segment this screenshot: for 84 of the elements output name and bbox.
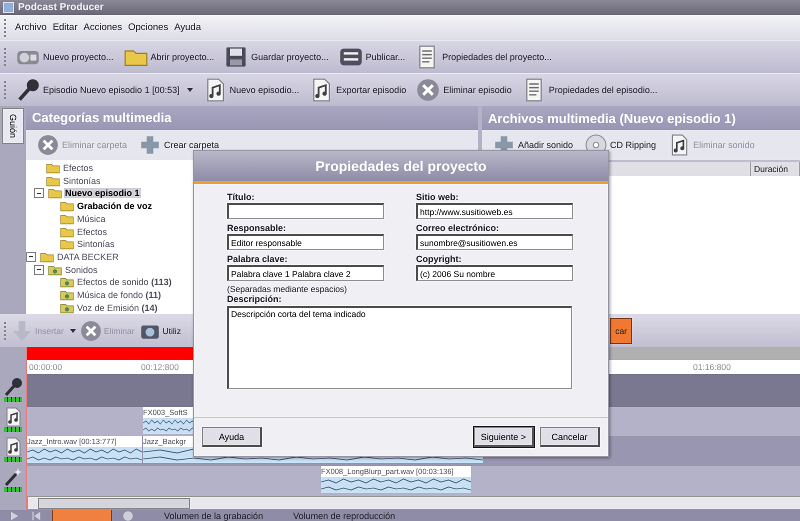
collapse-icon[interactable] xyxy=(34,264,44,275)
menu-item[interactable]: Acciones xyxy=(84,22,122,33)
tree-item[interactable]: Grabación de voz xyxy=(76,201,154,212)
collapse-icon[interactable] xyxy=(34,188,44,198)
level-meter-icon xyxy=(4,396,22,402)
caret-icon xyxy=(70,328,76,332)
toolbar-button[interactable]: Exportar episodio xyxy=(306,76,410,104)
field-label: Sitio web: xyxy=(416,192,460,202)
collapse-icon[interactable] xyxy=(26,252,36,262)
volume-label: Volumen de la grabación xyxy=(164,510,264,520)
panel-header: Categorías multimedia xyxy=(26,106,478,130)
tree-item[interactable]: DATA BECKER xyxy=(56,252,120,262)
toolbar-button[interactable]: Eliminar episodio xyxy=(413,76,515,104)
record-icon xyxy=(122,510,134,521)
toolbar-button[interactable]: Utiliz xyxy=(136,316,183,344)
menu-item[interactable]: Editar xyxy=(52,22,78,33)
tree-item[interactable]: Voz de Emisión (14) xyxy=(76,302,159,313)
tree-item[interactable]: Música de fondo (11) xyxy=(76,290,162,300)
input-field[interactable]: Editor responsable xyxy=(227,234,384,250)
close-icon xyxy=(416,78,440,102)
episode-selector[interactable]: Episodio Nuevo episodio 1 [00:53] xyxy=(13,76,196,104)
tree-item[interactable]: Efectos xyxy=(62,163,94,174)
toolbar-button[interactable]: Propiedades del proyecto... xyxy=(412,43,555,71)
input-field[interactable]: Palabra clave 1 Palabra clave 2 xyxy=(227,265,384,281)
microphone-icon xyxy=(16,78,40,102)
field-label: Descripción: xyxy=(227,294,283,304)
toolbar-button[interactable]: Publicar... xyxy=(336,43,408,71)
tree-item[interactable]: Sintonías xyxy=(76,239,116,250)
plus-icon xyxy=(139,134,162,156)
time-label: 01:16:800 xyxy=(692,362,732,372)
side-tab[interactable]: Guión xyxy=(2,108,24,144)
menu-item[interactable]: Archivo xyxy=(15,22,47,33)
skip-back-icon xyxy=(30,510,42,521)
level-meter-icon xyxy=(4,456,22,462)
close-icon xyxy=(37,134,59,156)
folder-icon xyxy=(46,161,60,176)
toolbar-button[interactable]: Propiedades del episodio... xyxy=(518,76,660,104)
tree-item[interactable]: Efectos de sonido (113) xyxy=(76,277,173,288)
menu-item[interactable]: Opciones xyxy=(128,22,168,33)
input-field[interactable]: (c) 2006 Su nombre xyxy=(416,265,573,281)
toolbar-button[interactable]: car xyxy=(610,318,632,344)
time-label: 00:12:800 xyxy=(140,362,180,372)
dialog-title: Propiedades del proyecto xyxy=(194,151,608,184)
sound-folder-icon xyxy=(60,275,74,290)
level-meter-icon xyxy=(4,486,22,492)
tree-item[interactable]: Sonidos xyxy=(64,264,99,275)
stop-button[interactable] xyxy=(52,510,112,521)
toolbar-button[interactable]: Nuevo proyecto... xyxy=(13,43,117,71)
field-label: Correo electrónico: xyxy=(416,223,500,233)
dialog-button[interactable]: Ayuda xyxy=(202,427,262,447)
toolbar-button[interactable]: Abrir proyecto... xyxy=(120,43,218,71)
field-label: Título: xyxy=(227,192,256,202)
field-label: Palabra clave: xyxy=(227,254,289,264)
window-title: Podcast Producer xyxy=(18,2,104,13)
field-label: Responsable: xyxy=(227,223,288,233)
folder-icon xyxy=(60,237,74,252)
panel-header: Archivos multimedia (Nuevo episodio 1) xyxy=(482,106,800,130)
dialog-button[interactable]: Cancelar xyxy=(540,427,600,447)
app-icon xyxy=(3,2,14,13)
field-label: Copyright: xyxy=(416,254,462,264)
menu-item[interactable]: Ayuda xyxy=(174,22,201,33)
description-field[interactable]: Descripción corta del tema indicado xyxy=(227,306,572,389)
tree-item[interactable]: Sintonías xyxy=(62,176,102,186)
arrow-down-icon xyxy=(11,320,33,342)
input-field[interactable]: http://www.susitioweb.es xyxy=(416,203,573,219)
toolbar-button[interactable]: Nuevo episodio... xyxy=(200,76,302,104)
horizontal-scrollbar[interactable] xyxy=(27,496,800,510)
caret-icon xyxy=(186,88,193,92)
hint-text: (Separadas mediante espacios) xyxy=(227,284,348,294)
close-icon xyxy=(80,320,102,342)
folder-icon xyxy=(48,186,62,200)
volume-label: Volumen de reproducción xyxy=(293,510,396,520)
time-label: 00:00:00 xyxy=(28,362,64,372)
input-field[interactable]: sunombre@susitiowen.es xyxy=(416,234,573,250)
tree-item[interactable]: Efectos xyxy=(76,226,108,237)
level-meter-icon xyxy=(4,426,22,432)
tree-item[interactable]: Nuevo episodio 1 xyxy=(64,188,141,198)
tree-item[interactable]: Música xyxy=(76,214,107,224)
microphone-icon xyxy=(3,376,23,396)
toolbar-button[interactable]: Guardar proyecto... xyxy=(221,43,332,71)
input-field[interactable] xyxy=(227,203,384,219)
dialog-button[interactable]: Siguiente > xyxy=(474,427,534,447)
wand-icon xyxy=(3,466,23,486)
folder-icon xyxy=(60,199,74,214)
